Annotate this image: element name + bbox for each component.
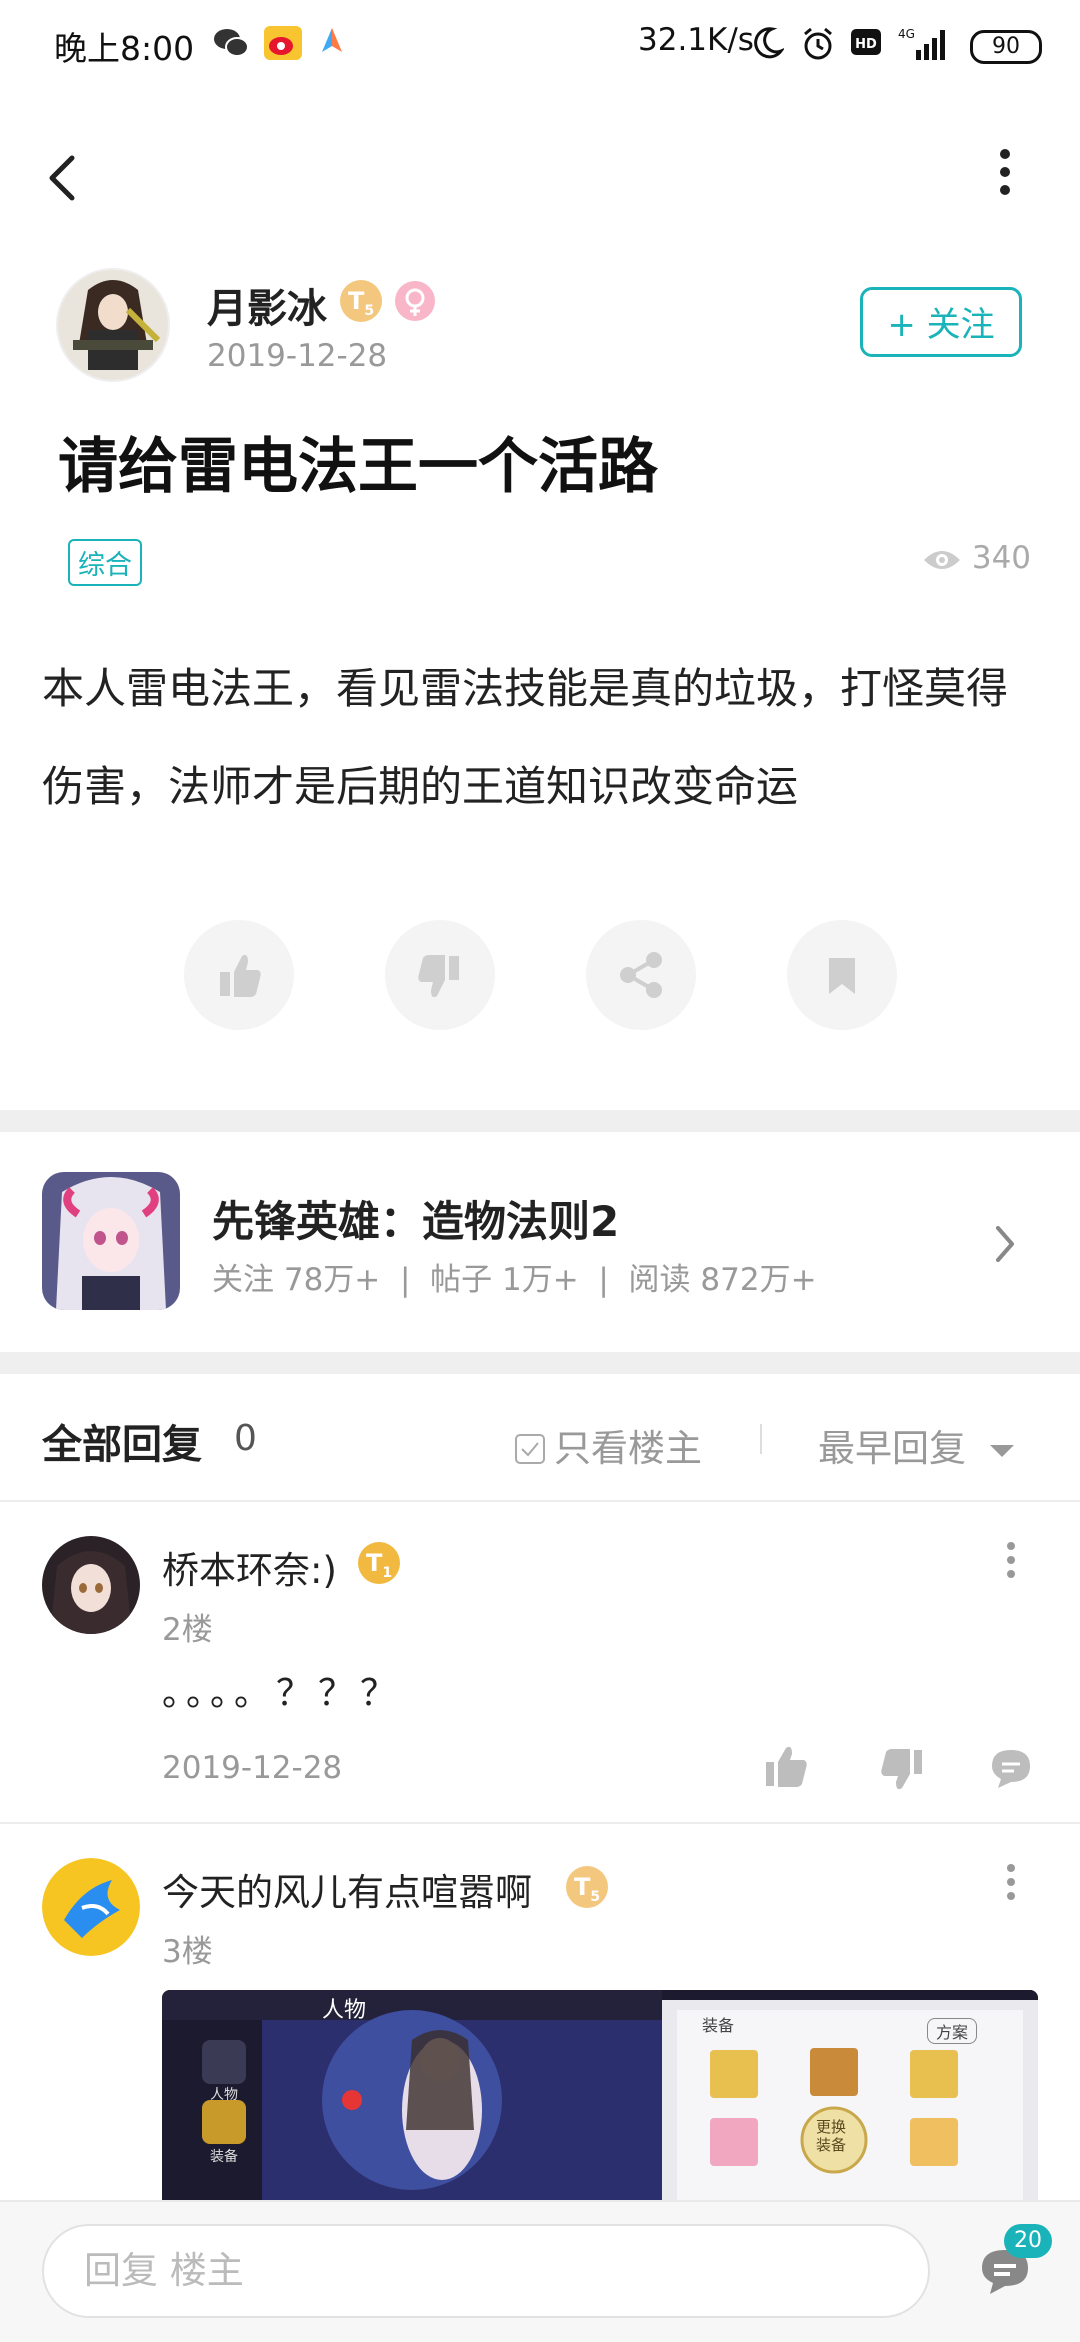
category-tag[interactable]: 综合: [68, 539, 142, 586]
forum-name[interactable]: 先锋英雄：造物法则2: [212, 1188, 619, 1249]
caret-down-icon: [989, 1444, 1014, 1457]
image-plan-label: 方案: [927, 2018, 978, 2044]
reply-input[interactable]: 回复 楼主: [42, 2224, 930, 2318]
alarm-icon: [804, 27, 832, 60]
thumbs-up-icon: [220, 954, 261, 997]
post-date: 2019-12-28: [207, 338, 388, 374]
follow-button[interactable]: + 关注: [860, 287, 1022, 357]
message-count-badge: 20: [1004, 2224, 1052, 2258]
image-change-label-1: 更换: [816, 2118, 847, 2136]
reply-date: 2019-12-28: [162, 1750, 343, 1786]
more-vertical-icon: [1007, 1864, 1015, 1900]
reply-text: 。。。。？？？: [162, 1673, 403, 1714]
thumbs-down-icon: [418, 955, 459, 998]
share-button[interactable]: [586, 920, 696, 1030]
header-separator: [760, 1424, 762, 1454]
moon-icon: [754, 27, 784, 59]
share-icon: [620, 952, 662, 998]
like-button[interactable]: [184, 920, 294, 1030]
image-equip-tab: 装备: [702, 2016, 735, 2035]
bookmark-button[interactable]: [787, 920, 897, 1030]
status-time: 晚上8:00: [54, 29, 195, 68]
bookmark-icon: [829, 958, 855, 994]
reply-level-badge: T5: [566, 1866, 608, 1908]
reply-more-button[interactable]: [996, 1858, 1026, 1908]
dislike-button[interactable]: [385, 920, 495, 1030]
divider: [0, 1822, 1080, 1824]
reply-more-button[interactable]: [996, 1536, 1026, 1586]
author-name[interactable]: 月影冰: [207, 276, 327, 334]
reply-floor: 3楼: [162, 1934, 213, 1970]
image-header-title: 人物: [322, 1998, 367, 2023]
only-op-label: 只看楼主: [554, 1427, 702, 1470]
reply-floor: 2楼: [162, 1612, 213, 1648]
forum-icon[interactable]: [42, 1172, 180, 1310]
reply-image[interactable]: 人物 装备 方案 更换 装备 人物 装备: [162, 1990, 1038, 2200]
gender-female-icon: [395, 281, 435, 321]
reply-avatar[interactable]: [42, 1536, 140, 1634]
more-vertical-icon: [1007, 1542, 1015, 1578]
eye-icon: [924, 550, 960, 569]
all-replies-title: 全部回复: [42, 1422, 202, 1468]
reply-comment-icon[interactable]: [988, 1746, 1034, 1792]
more-options-button[interactable]: [985, 140, 1025, 210]
network-speed: 32.1K/s: [638, 22, 754, 58]
image-change-label-2: 装备: [816, 2136, 847, 2154]
weibo-icon: [264, 26, 302, 60]
back-button[interactable]: [40, 140, 100, 210]
forum-stats: 关注 78万+ | 帖子 1万+ | 阅读 872万+: [212, 1262, 817, 1298]
more-vertical-icon: [1000, 149, 1010, 195]
post-title: 请给雷电法王一个活路: [58, 432, 658, 502]
reply-author-name[interactable]: 今天的风儿有点喧嚣啊: [162, 1862, 532, 1916]
section-divider: [0, 1110, 1080, 1132]
reply-dislike-icon[interactable]: [876, 1746, 926, 1792]
hd-icon: HD: [851, 29, 881, 55]
post-body: 本人雷电法王，看见雷法技能是真的垃圾，打怪莫得伤害，法师才是后期的王道知识改变命…: [42, 664, 1009, 811]
author-avatar[interactable]: [56, 268, 170, 382]
divider: [0, 1500, 1080, 1502]
view-count: 340: [922, 540, 1031, 576]
signal-icon: 4G: [898, 27, 945, 60]
wechat-icon: [214, 29, 249, 57]
chevron-right-icon[interactable]: [990, 1222, 1020, 1266]
reply-level-badge: T1: [358, 1542, 400, 1584]
only-op-toggle[interactable]: 只看楼主: [514, 1418, 702, 1472]
reply-avatar[interactable]: [42, 1858, 140, 1956]
replies-count: 0: [234, 1418, 257, 1459]
sort-dropdown[interactable]: 最早回复: [818, 1418, 1016, 1472]
view-count-value: 340: [971, 540, 1032, 576]
checkbox-icon[interactable]: [514, 1433, 546, 1465]
signal-label: 4G: [898, 27, 915, 41]
image-change-label: 更换 装备: [816, 2118, 846, 2154]
reply-like-icon[interactable]: [762, 1744, 812, 1790]
status-bar: 晚上8:00 32.1K/s HD 4G 90: [0, 0, 1080, 90]
image-side-tab-1: 人物: [210, 2087, 238, 2103]
reply-author-name[interactable]: 桥本环奈:): [162, 1540, 337, 1594]
battery-indicator: 90: [970, 30, 1042, 64]
chevron-left-icon: [49, 155, 75, 201]
section-divider: [0, 1352, 1080, 1374]
app-notification-icon: [322, 28, 342, 52]
author-level-badge: T5: [340, 280, 382, 322]
image-side-tab-2: 装备: [210, 2149, 238, 2165]
svg-text:HD: HD: [855, 37, 877, 52]
sort-label: 最早回复: [818, 1427, 966, 1470]
